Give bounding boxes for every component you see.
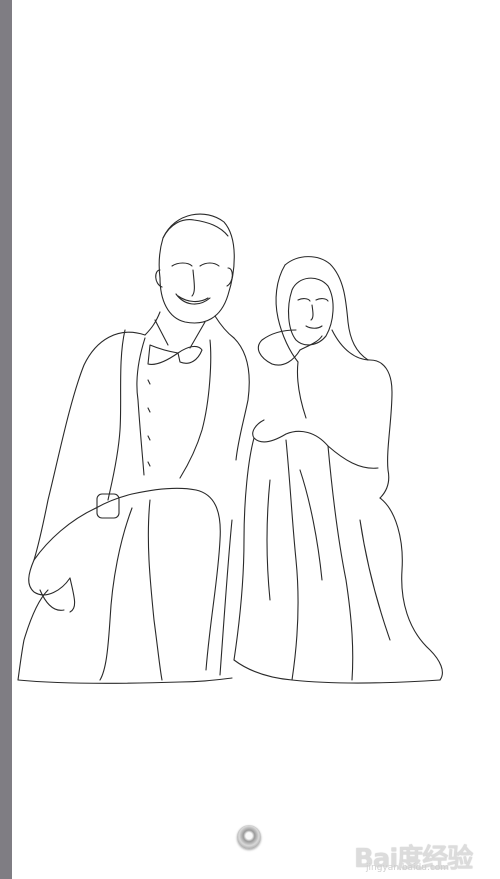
- baidu-watermark: Bai度经验 jingyan.baidu.com: [354, 838, 494, 874]
- bow-tie: [147, 344, 203, 365]
- home-button[interactable]: [237, 825, 261, 849]
- woman-hair: [284, 256, 369, 361]
- watermark-url: jingyan.baidu.com: [366, 863, 450, 873]
- woman-face: [287, 277, 334, 346]
- sketch-drawing: [17, 213, 443, 684]
